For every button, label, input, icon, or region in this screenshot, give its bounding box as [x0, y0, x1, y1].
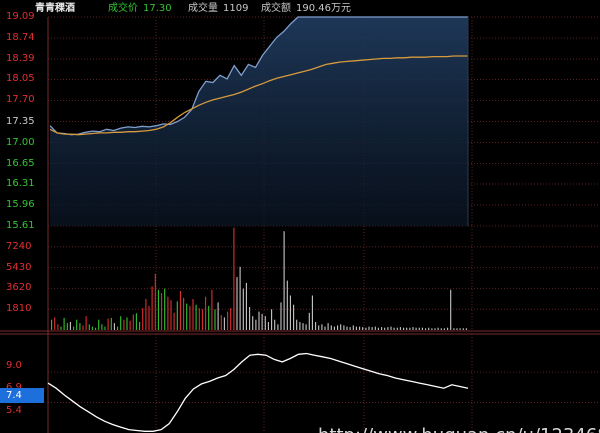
price-panel — [49, 16, 469, 226]
stock-chart-window: 青青稞酒 成交价 17.30 成交量 1109 成交额 190.46万元 19.… — [0, 0, 600, 433]
indicator-panel — [47, 352, 469, 432]
price-area-fill — [50, 17, 468, 226]
volume-panel — [51, 227, 467, 330]
indicator-line — [47, 352, 469, 432]
chart-canvas: http://www.huguan.cn/u/1234681230 — [0, 16, 600, 433]
watermark-text: http://www.huguan.cn/u/1234681230 — [318, 425, 600, 433]
